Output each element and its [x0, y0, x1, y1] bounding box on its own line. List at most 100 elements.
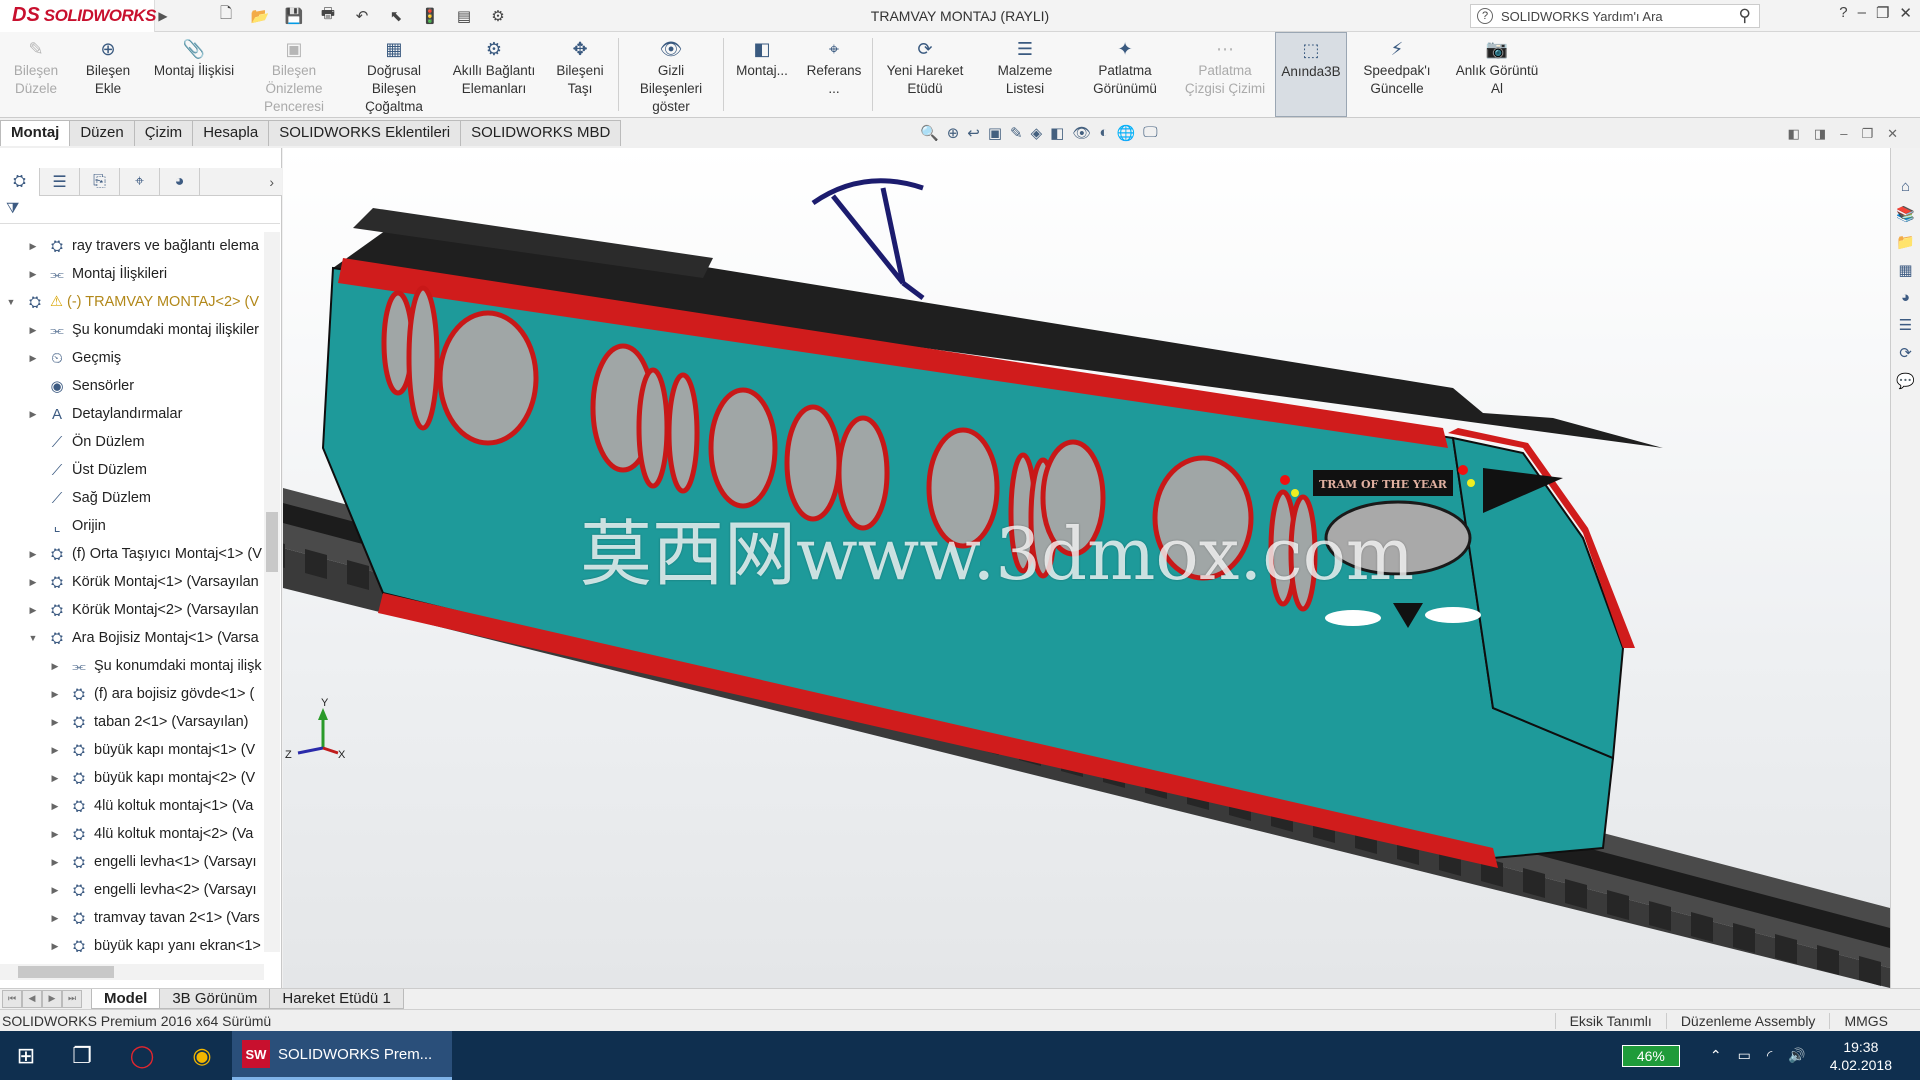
- expand-arrow-icon[interactable]: ▶: [48, 941, 62, 952]
- expand-arrow-icon[interactable]: ▶: [48, 801, 62, 812]
- dimxpert-tab-icon[interactable]: ⌖: [120, 167, 160, 196]
- help-menu-icon[interactable]: ?: [1839, 4, 1847, 22]
- expand-arrow-icon[interactable]: ▶: [26, 549, 40, 560]
- dynamic-annotation-icon[interactable]: ✎: [1010, 124, 1023, 142]
- expand-arrow-icon[interactable]: ▶: [48, 829, 62, 840]
- next-tab-icon[interactable]: ▶: [42, 989, 62, 1008]
- opera-browser-icon[interactable]: ◯: [112, 1031, 172, 1080]
- ribbon-button-assembly-features[interactable]: ◧ Montaj...: [726, 32, 798, 117]
- tab-montaj[interactable]: Montaj: [0, 120, 71, 146]
- task-view-icon[interactable]: ❐: [52, 1031, 112, 1080]
- chevron-right-icon[interactable]: ›: [269, 174, 274, 190]
- collapse-arrow-icon[interactable]: ▼: [26, 633, 40, 643]
- hide-show-items-icon[interactable]: 👁: [1072, 124, 1091, 142]
- configuration-manager-tab-icon[interactable]: ⎘: [80, 167, 120, 196]
- expand-arrow-icon[interactable]: ▶: [48, 717, 62, 728]
- tab-solidworks-eklentileri[interactable]: SOLIDWORKS Eklentileri: [268, 120, 462, 146]
- chat-icon[interactable]: 💬: [1896, 372, 1915, 390]
- tree-node[interactable]: ⟋ Üst Düzlem: [0, 456, 264, 484]
- show-hidden-icons-icon[interactable]: ⌃: [1710, 1047, 1722, 1064]
- ribbon-button-linear-pattern[interactable]: ▦ Doğrusal Bileşen Çoğaltma: [344, 32, 444, 117]
- expand-arrow-icon[interactable]: ▶: [26, 409, 40, 420]
- scrollbar-thumb[interactable]: [266, 512, 278, 572]
- tree-node[interactable]: ◉ Sensörler: [0, 372, 264, 400]
- apply-scene-icon[interactable]: 🌐: [1116, 124, 1135, 142]
- status-units[interactable]: MMGS: [1829, 1013, 1902, 1029]
- tab-solidworks-mbd[interactable]: SOLIDWORKS MBD: [460, 120, 622, 146]
- prev-tab-icon[interactable]: ◀: [22, 989, 42, 1008]
- rebuild-icon[interactable]: 🚦: [415, 4, 445, 28]
- ribbon-button-bill-of-materials[interactable]: ☰ Malzeme Listesi: [975, 32, 1075, 117]
- options-gear-icon[interactable]: ⚙: [483, 4, 513, 28]
- expand-arrow-icon[interactable]: ▶: [48, 885, 62, 896]
- volume-icon[interactable]: 🔊: [1788, 1047, 1805, 1064]
- tab--izim[interactable]: Çizim: [133, 120, 194, 146]
- tab-d-zen[interactable]: Düzen: [69, 120, 135, 146]
- new-document-icon[interactable]: 🗋: [211, 4, 241, 28]
- solidworks-logo[interactable]: DS SOLIDWORKS: [0, 0, 156, 32]
- model-tab[interactable]: 3B Görünüm: [159, 988, 271, 1009]
- print-icon[interactable]: 🖶: [313, 4, 343, 28]
- tree-node[interactable]: ▶ ⛭ taban 2<1> (Varsayılan): [0, 708, 264, 736]
- expand-arrow-icon[interactable]: ▶: [26, 353, 40, 364]
- view-settings-icon[interactable]: 🖵: [1143, 124, 1157, 142]
- scrollbar-thumb[interactable]: [18, 966, 114, 978]
- ribbon-button-motion-study[interactable]: ⟳ Yeni Hareket Etüdü: [875, 32, 975, 117]
- tile-right-icon[interactable]: ◨: [1814, 126, 1826, 142]
- tree-filter-icon[interactable]: ⧩: [0, 200, 280, 224]
- ribbon-button-insert-component[interactable]: ⊕ Bileşen Ekle: [72, 32, 144, 117]
- tree-node[interactable]: ▶ ⛭ (f) Orta Taşıyıcı Montaj<1> (V: [0, 540, 264, 568]
- graphics-area[interactable]: TRAM OF THE YEAR Y Z X 莫西网www.3dmox.com: [283, 148, 1890, 988]
- help-search-box[interactable]: ? SOLIDWORKS Yardım'ı Ara ⚲: [1470, 4, 1760, 28]
- solidworks-forum-icon[interactable]: ⟳: [1899, 344, 1912, 362]
- tree-node[interactable]: ▶ ⫘ Şu konumdaki montaj ilişkiler: [0, 316, 264, 344]
- model-tab[interactable]: Hareket Etüdü 1: [269, 988, 404, 1009]
- ribbon-button-reference-geometry[interactable]: ⌖ Referans ...: [798, 32, 870, 117]
- start-button-icon[interactable]: ⊞: [0, 1031, 52, 1080]
- ribbon-button-move-component[interactable]: ✥ Bileşeni Taşı: [544, 32, 616, 117]
- search-icon[interactable]: ⚲: [1739, 6, 1751, 26]
- last-tab-icon[interactable]: ⏭: [62, 989, 82, 1008]
- tree-node[interactable]: ▶ ⛭ tramvay tavan 2<1> (Vars: [0, 904, 264, 932]
- model-tab[interactable]: Model: [91, 988, 161, 1009]
- tree-vertical-scrollbar[interactable]: [264, 232, 280, 952]
- close-icon[interactable]: ✕: [1899, 4, 1912, 22]
- tree-node[interactable]: ▶ ⛭ büyük kapı yanı ekran<1>: [0, 932, 264, 960]
- doc-restore-icon[interactable]: ❐: [1861, 126, 1873, 142]
- display-manager-tab-icon[interactable]: ◕: [160, 167, 200, 196]
- undo-icon[interactable]: ↶: [347, 4, 377, 28]
- minimize-icon[interactable]: –: [1858, 4, 1866, 22]
- zoom-to-fit-icon[interactable]: 🔍: [920, 124, 939, 142]
- expand-arrow-icon[interactable]: ▶: [26, 325, 40, 336]
- save-icon[interactable]: 💾: [279, 4, 309, 28]
- select-pointer-icon[interactable]: ⬉: [381, 4, 411, 28]
- tree-node[interactable]: ▼ ⛭ Ara Bojisiz Montaj<1> (Varsa: [0, 624, 264, 652]
- menu-expand-arrow-icon[interactable]: ▶: [155, 0, 171, 32]
- doc-minimize-icon[interactable]: –: [1840, 126, 1847, 142]
- doc-close-icon[interactable]: ✕: [1887, 126, 1898, 142]
- file-explorer-icon[interactable]: 📁: [1896, 233, 1915, 251]
- ribbon-button-explode-line[interactable]: ⋯ Patlatma Çizgisi Çizimi: [1175, 32, 1275, 117]
- tree-node[interactable]: ▶ ⛭ Körük Montaj<1> (Varsayılan: [0, 568, 264, 596]
- expand-arrow-icon[interactable]: ▶: [48, 913, 62, 924]
- open-folder-icon[interactable]: 📂: [245, 4, 275, 28]
- tree-node[interactable]: ▶ ⛭ 4lü koltuk montaj<2> (Va: [0, 820, 264, 848]
- view-palette-icon[interactable]: ▦: [1898, 261, 1912, 279]
- expand-arrow-icon[interactable]: ▶: [48, 745, 62, 756]
- section-view-icon[interactable]: ▣: [988, 124, 1002, 142]
- tree-node[interactable]: ▶ ⛭ Körük Montaj<2> (Varsayılan: [0, 596, 264, 624]
- file-properties-icon[interactable]: ▤: [449, 4, 479, 28]
- tree-node[interactable]: ▶ ⛭ engelli levha<1> (Varsayı: [0, 848, 264, 876]
- expand-arrow-icon[interactable]: ▶: [48, 857, 62, 868]
- tree-node[interactable]: ⟋ Ön Düzlem: [0, 428, 264, 456]
- tree-node[interactable]: ▶ ⏲ Geçmiş: [0, 344, 264, 372]
- expand-arrow-icon[interactable]: ▶: [26, 241, 40, 252]
- tree-node[interactable]: ▶ ⛭ engelli levha<2> (Varsayı: [0, 876, 264, 904]
- ribbon-button-component-preview[interactable]: ▣ Bileşen Önizleme Penceresi: [244, 32, 344, 117]
- tree-node[interactable]: ▶ ⛭ büyük kapı montaj<2> (V: [0, 764, 264, 792]
- tab-hesapla[interactable]: Hesapla: [192, 120, 270, 146]
- appearances-icon[interactable]: ◕: [1901, 289, 1910, 306]
- expand-arrow-icon[interactable]: ▶: [48, 773, 62, 784]
- display-style-icon[interactable]: ◧: [1050, 124, 1064, 142]
- tree-node[interactable]: ▶ ⛭ (f) ara bojisiz gövde<1> (: [0, 680, 264, 708]
